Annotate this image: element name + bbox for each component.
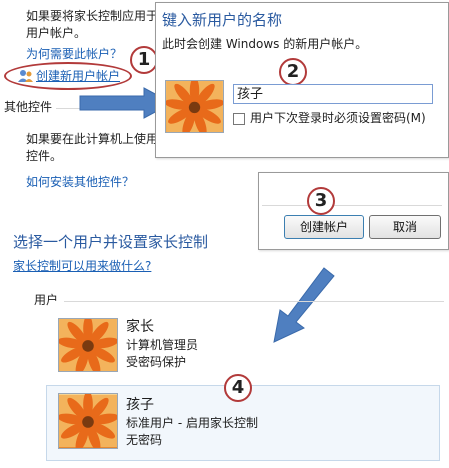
step-badge-1: 1 [130,46,158,74]
user-picture-flower [58,393,118,449]
create-account-link[interactable]: 创建新用户帐户 [36,68,120,85]
users-divider [64,301,444,302]
user-name: 孩子 [126,397,154,413]
step-badge-4: 4 [224,374,252,402]
other-text-line2: 控件。 [26,149,63,163]
intro-text-line2: 用户帐户。 [26,26,87,40]
intro-text-line1: 如果要将家长控制应用于 [26,9,159,23]
users-label: 用户 [34,293,59,307]
username-input[interactable]: 孩子 [233,84,433,104]
step-badge-3: 3 [307,187,335,215]
user-role: 标准用户 - 启用家长控制 [126,416,258,430]
what-can-parental-controls-do-link[interactable]: 家长控制可以用来做什么? [13,258,151,275]
dialog-subtitle: 此时会创建 Windows 的新用户帐户。 [162,37,368,51]
create-account-button[interactable]: 创建帐户 [284,215,364,239]
user-name: 家长 [126,319,154,335]
user-role: 计算机管理员 [126,338,199,352]
other-controls-heading: 其他控件 [4,100,53,114]
user-password-status: 受密码保护 [126,355,187,369]
must-set-password-checkbox[interactable] [233,113,245,125]
step-badge-2: 2 [279,58,307,86]
users-icon [18,68,34,82]
user-password-status: 无密码 [126,433,163,447]
why-account-link[interactable]: 为何需要此帐户？ [26,46,122,63]
other-text-line1: 如果要在此计算机上使用 [26,132,159,146]
section-heading: 选择一个用户并设置家长控制 [13,233,209,251]
cancel-button[interactable]: 取消 [369,215,441,239]
dialog-title: 键入新用户的名称 [162,11,283,29]
user-picture-flower [165,80,224,133]
install-controls-link[interactable]: 如何安装其他控件？ [26,174,134,191]
arrow-down-left-icon [268,266,338,346]
panel-divider [262,205,442,206]
checkbox-label: 用户下次登录时必须设置密码(M) [250,111,426,125]
user-picture-flower [58,318,118,372]
